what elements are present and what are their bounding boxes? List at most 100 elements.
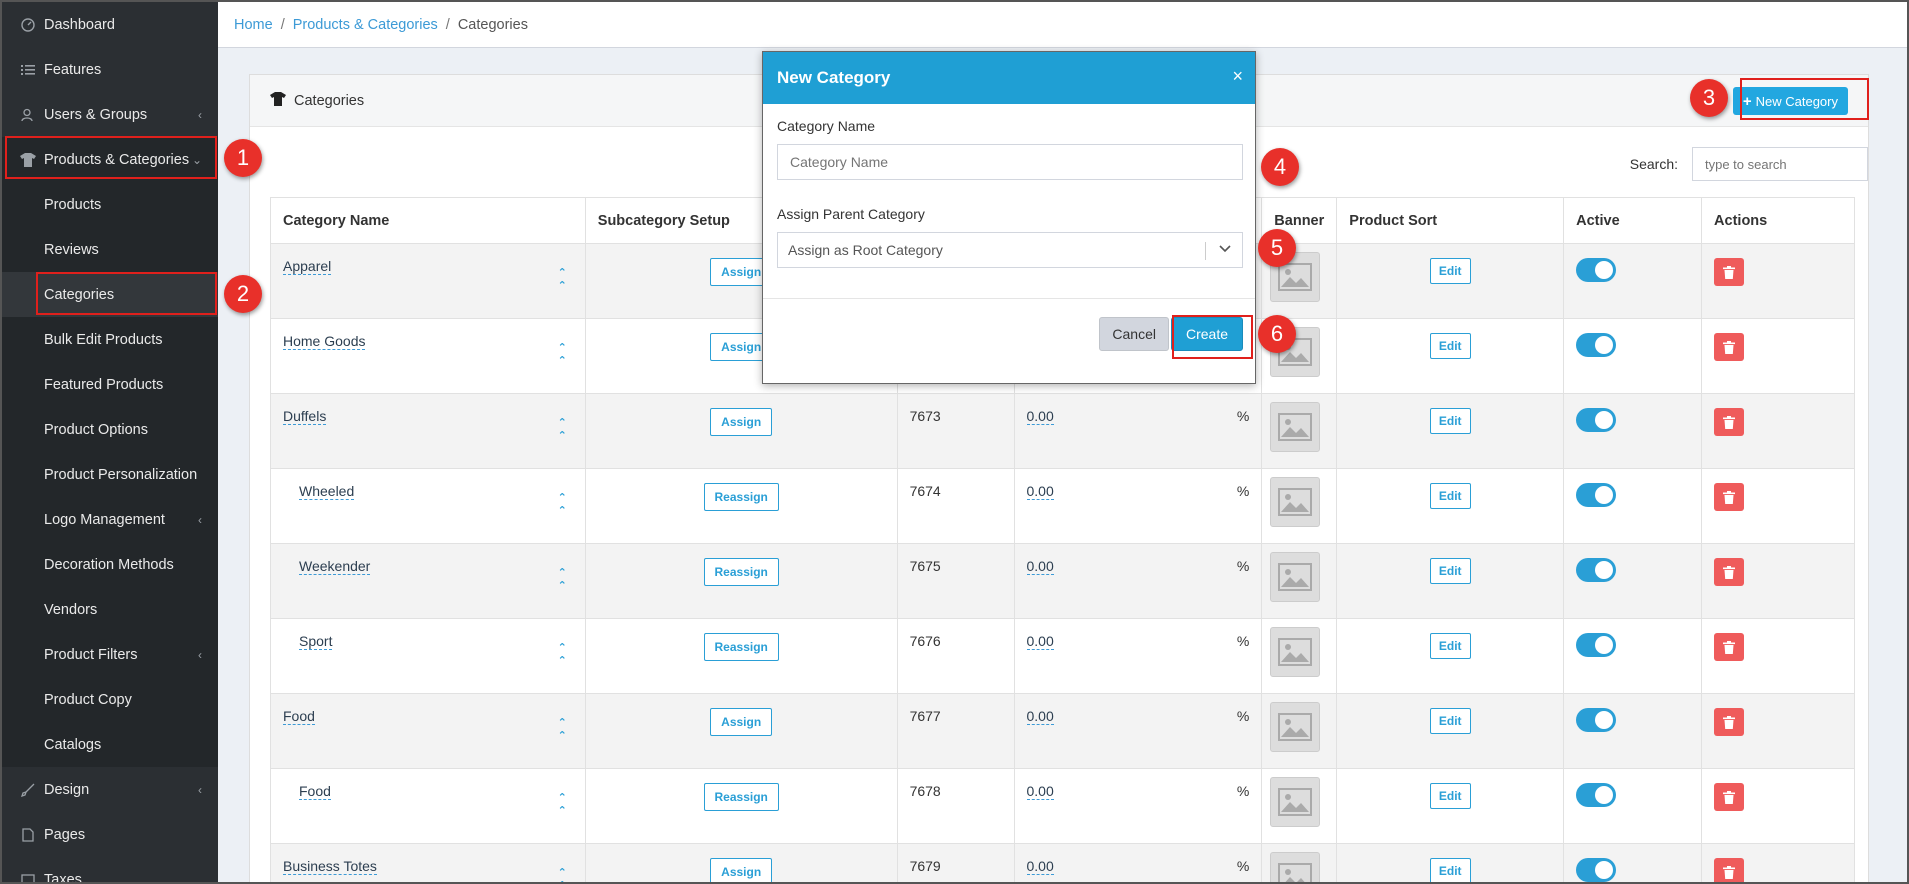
banner-image-icon[interactable] [1270, 477, 1321, 527]
assign-button[interactable]: Assign [710, 858, 773, 882]
sidebar-item-dashboard[interactable]: Dashboard [2, 2, 218, 47]
parent-category-select[interactable]: Assign as Root Category [777, 232, 1243, 268]
category-name-link[interactable]: Food [299, 783, 331, 800]
trash-icon[interactable] [1714, 633, 1745, 661]
sidebar-item-decoration-methods[interactable]: Decoration Methods [2, 542, 218, 587]
breadcrumb-products-categories[interactable]: Products & Categories [293, 17, 438, 33]
trash-icon[interactable] [1714, 558, 1745, 586]
sidebar-item-reviews[interactable]: Reviews [2, 227, 218, 272]
category-name-link[interactable]: Business Totes [283, 858, 377, 875]
edit-sort-button[interactable]: Edit [1429, 408, 1471, 434]
sort-handle-icon[interactable]: ⌃⌃ [558, 791, 567, 817]
active-toggle[interactable] [1576, 708, 1617, 732]
banner-image-icon[interactable] [1270, 552, 1321, 602]
sidebar-item-product-copy[interactable]: Product Copy [2, 677, 218, 722]
sort-handle-icon[interactable]: ⌃⌃ [558, 266, 567, 292]
value-link[interactable]: 0.00 [1026, 708, 1054, 725]
value-link[interactable]: 0.00 [1026, 483, 1054, 500]
edit-sort-button[interactable]: Edit [1429, 333, 1471, 359]
active-toggle[interactable] [1576, 558, 1617, 582]
assign-button[interactable]: Reassign [703, 483, 779, 511]
sidebar-item-users-groups[interactable]: Users & Groups ‹ [2, 92, 218, 137]
value-link[interactable]: 0.00 [1026, 633, 1054, 650]
edit-sort-button[interactable]: Edit [1429, 558, 1471, 584]
sidebar-item-bulk-edit-products[interactable]: Bulk Edit Products [2, 317, 218, 362]
sidebar-item-product-filters[interactable]: Product Filters ‹ [2, 632, 218, 677]
search-input[interactable] [1692, 147, 1868, 181]
sidebar-item-product-personalization[interactable]: Product Personalization [2, 452, 218, 497]
active-toggle[interactable] [1576, 258, 1617, 282]
sort-handle-icon[interactable]: ⌃⌃ [558, 641, 567, 667]
sidebar-item-product-options[interactable]: Product Options [2, 407, 218, 452]
category-name-link[interactable]: Sport [299, 633, 333, 650]
sidebar-item-vendors[interactable]: Vendors [2, 587, 218, 632]
sidebar-item-features[interactable]: Features [2, 47, 218, 92]
cancel-button[interactable]: Cancel [1099, 317, 1169, 351]
category-name-link[interactable]: Home Goods [283, 333, 366, 350]
category-name-link[interactable]: Weekender [299, 558, 371, 575]
sidebar-item-categories[interactable]: Categories [2, 272, 218, 317]
category-name-link[interactable]: Wheeled [299, 483, 355, 500]
assign-button[interactable]: Assign [710, 708, 773, 736]
sort-handle-icon[interactable]: ⌃⌃ [558, 491, 567, 517]
edit-sort-button[interactable]: Edit [1429, 858, 1471, 882]
sort-handle-icon[interactable]: ⌃⌃ [558, 341, 567, 367]
assign-button[interactable]: Reassign [703, 633, 779, 661]
close-icon[interactable]: × [1232, 66, 1243, 87]
active-toggle[interactable] [1576, 633, 1617, 657]
sidebar-item-taxes[interactable]: Taxes [2, 857, 218, 882]
edit-sort-button[interactable]: Edit [1429, 708, 1471, 734]
edit-sort-button[interactable]: Edit [1429, 783, 1471, 809]
col-header-active[interactable]: Active [1563, 197, 1703, 244]
breadcrumb-home[interactable]: Home [234, 17, 273, 33]
banner-image-icon[interactable] [1270, 627, 1321, 677]
sidebar-item-pages[interactable]: Pages [2, 812, 218, 857]
banner-image-icon[interactable] [1270, 702, 1321, 752]
active-toggle[interactable] [1576, 483, 1617, 507]
assign-button[interactable]: Assign [710, 408, 773, 436]
sidebar-item-design[interactable]: Design ‹ [2, 767, 218, 812]
assign-button[interactable]: Reassign [703, 558, 779, 586]
col-header-category-name[interactable]: Category Name [270, 197, 586, 244]
sidebar-item-featured-products[interactable]: Featured Products [2, 362, 218, 407]
trash-icon[interactable] [1714, 783, 1745, 811]
value-link[interactable]: 0.00 [1026, 558, 1054, 575]
trash-icon[interactable] [1714, 258, 1745, 286]
edit-sort-button[interactable]: Edit [1429, 258, 1471, 284]
sort-handle-icon[interactable]: ⌃⌃ [558, 866, 567, 882]
value-link[interactable]: 0.00 [1026, 858, 1054, 875]
active-toggle[interactable] [1576, 408, 1617, 432]
category-name-link[interactable]: Apparel [283, 258, 332, 275]
cell-active [1563, 243, 1703, 319]
category-name-link[interactable]: Food [283, 708, 315, 725]
active-toggle[interactable] [1576, 333, 1617, 357]
value-link[interactable]: 0.00 [1026, 783, 1054, 800]
sidebar-item-products[interactable]: Products [2, 182, 218, 227]
sort-handle-icon[interactable]: ⌃⌃ [558, 716, 567, 742]
category-name-input[interactable] [777, 144, 1243, 180]
sidebar-item-catalogs[interactable]: Catalogs [2, 722, 218, 767]
edit-sort-button[interactable]: Edit [1429, 633, 1471, 659]
new-category-button[interactable]: + New Category [1732, 87, 1848, 115]
banner-image-icon[interactable] [1270, 402, 1321, 452]
category-name-link[interactable]: Duffels [283, 408, 327, 425]
cell-value: 0.00% [1013, 393, 1263, 469]
trash-icon[interactable] [1714, 408, 1745, 436]
active-toggle[interactable] [1576, 858, 1617, 882]
col-header-product-sort[interactable]: Product Sort [1336, 197, 1565, 244]
sidebar-item-products-categories[interactable]: Products & Categories ⌄ [2, 137, 218, 182]
active-toggle[interactable] [1576, 783, 1617, 807]
trash-icon[interactable] [1714, 858, 1745, 882]
trash-icon[interactable] [1714, 333, 1745, 361]
value-link[interactable]: 0.00 [1026, 408, 1054, 425]
sort-handle-icon[interactable]: ⌃⌃ [558, 566, 567, 592]
trash-icon[interactable] [1714, 483, 1745, 511]
sort-handle-icon[interactable]: ⌃⌃ [558, 416, 567, 442]
assign-button[interactable]: Reassign [703, 783, 779, 811]
create-button[interactable]: Create [1170, 317, 1243, 351]
edit-sort-button[interactable]: Edit [1429, 483, 1471, 509]
trash-icon[interactable] [1714, 708, 1745, 736]
banner-image-icon[interactable] [1270, 777, 1321, 827]
sidebar-item-logo-management[interactable]: Logo Management ‹ [2, 497, 218, 542]
banner-image-icon[interactable] [1270, 852, 1321, 882]
